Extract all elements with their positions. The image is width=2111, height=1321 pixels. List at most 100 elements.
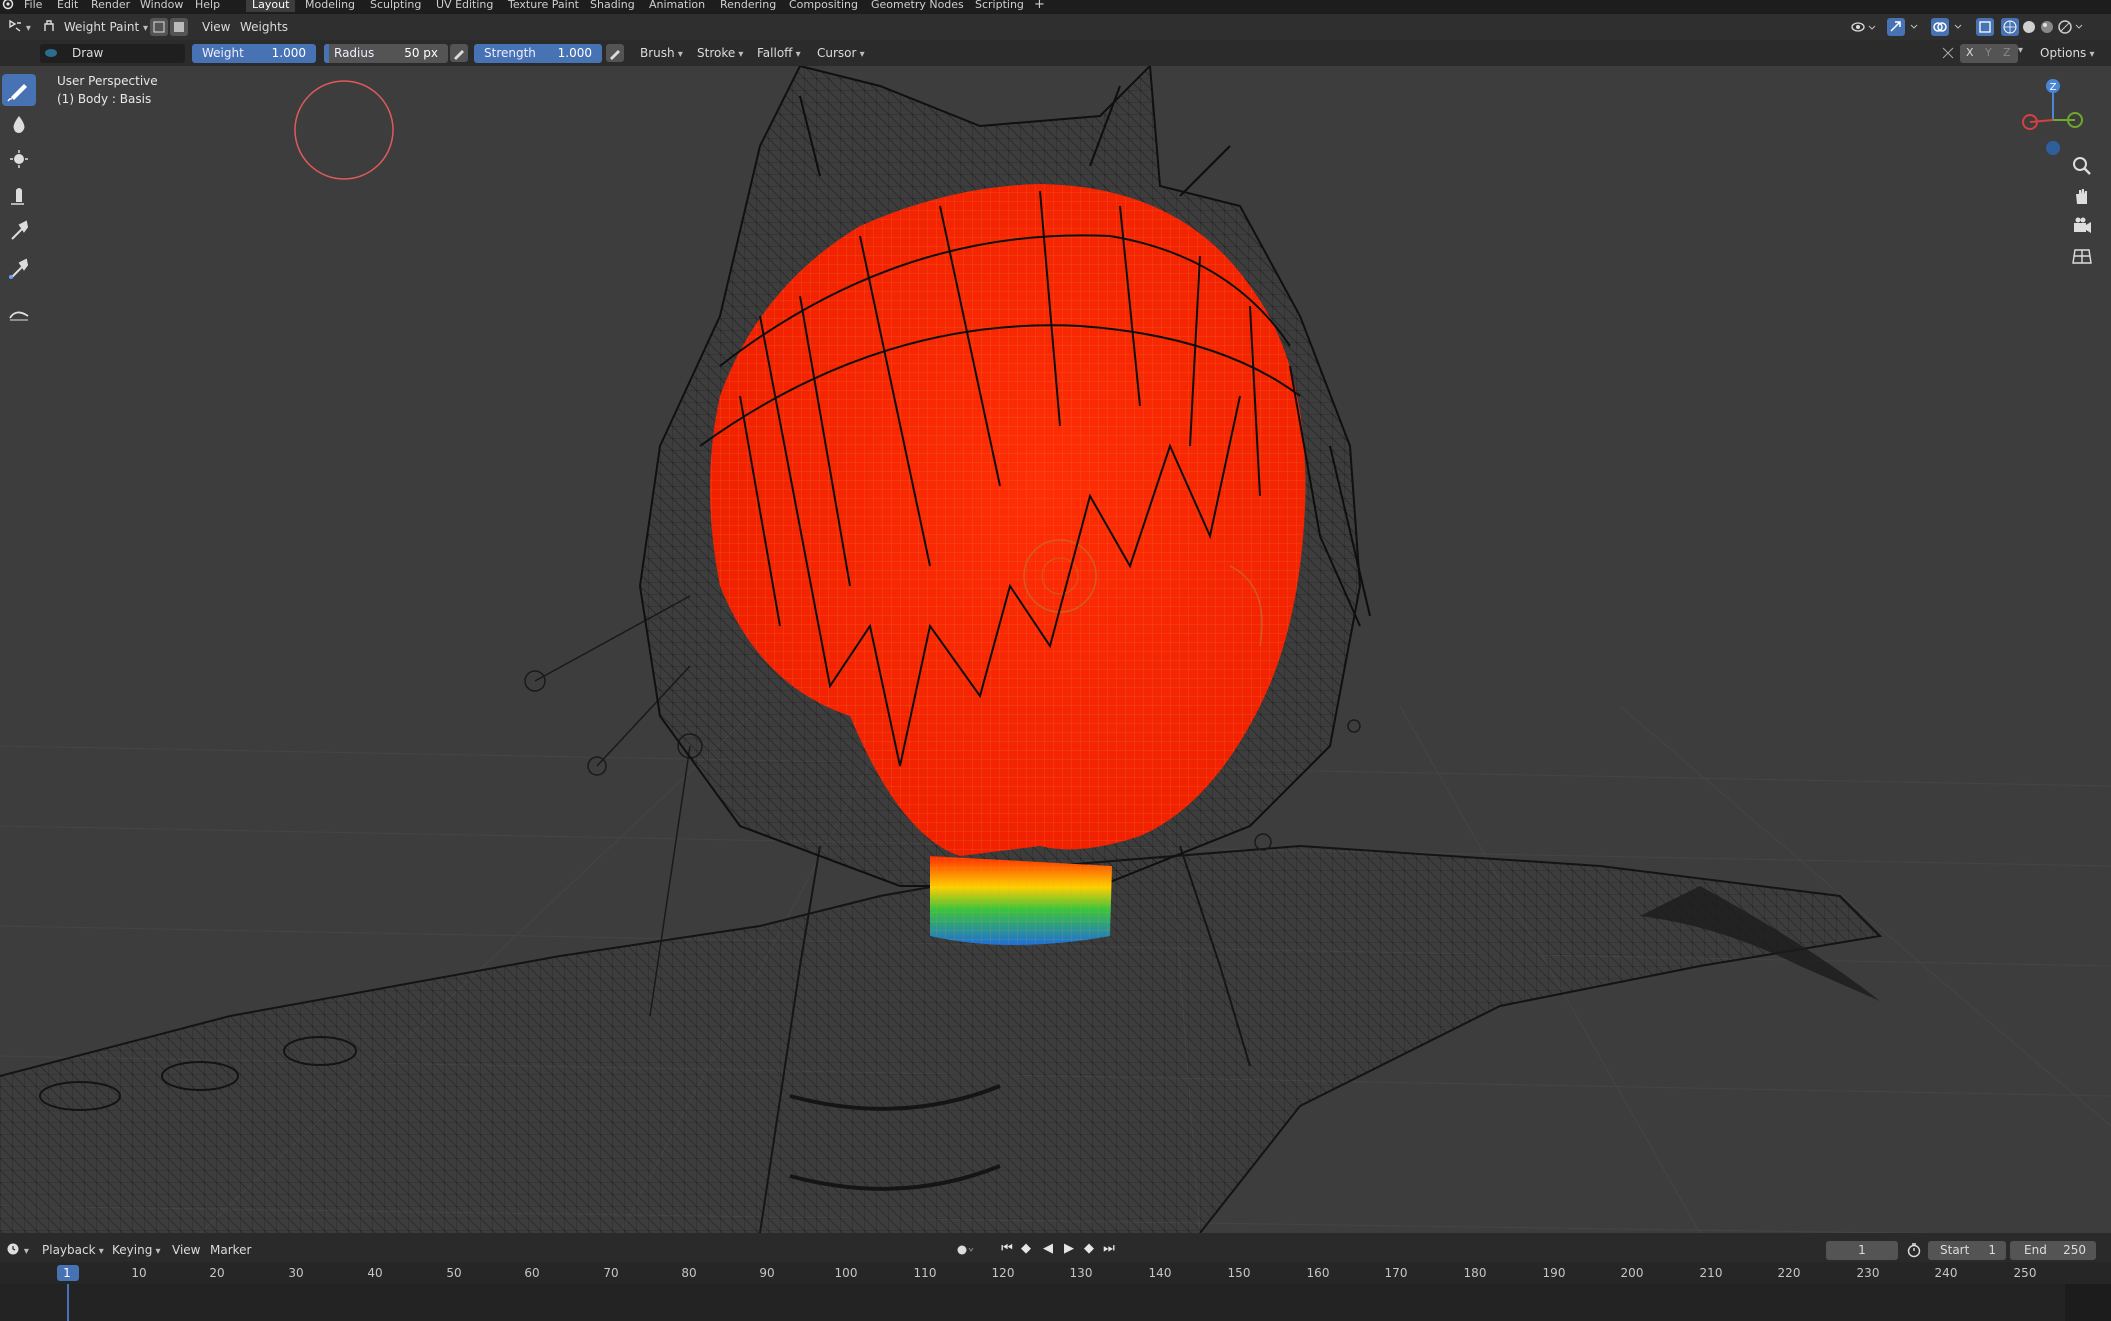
gizmo-neg-z-axis[interactable] [2046,141,2060,155]
viewport-canvas[interactable] [0,66,2111,1233]
viewport-3d[interactable]: User Perspective (1) Body : Basis Z [0,66,2111,1233]
pan-button[interactable] [2070,184,2094,208]
ortho-toggle-button[interactable] [2070,244,2094,268]
tab-compositing[interactable]: Compositing [789,0,858,12]
radius-label: Radius [334,46,375,60]
xray-toggle[interactable] [1975,17,1995,40]
xray-icon [1976,18,1994,36]
start-frame-field[interactable]: Start 1 [1928,1241,2006,1260]
tab-rendering[interactable]: Rendering [720,0,776,12]
timeline-body[interactable] [0,1284,2111,1321]
mirror-z-toggle[interactable]: Z [2003,46,2011,59]
mirror-axis-group: X Y Z [1960,44,2018,63]
tab-layout[interactable]: Layout [246,0,296,12]
shading-material-button[interactable] [2038,18,2056,39]
menu-edit[interactable]: Edit [57,0,78,12]
end-frame-field[interactable]: End 250 [2010,1241,2096,1260]
mirror-chevron-down-icon[interactable]: ▾ [2018,45,2023,56]
shading-wireframe-button[interactable] [2000,17,2020,40]
tool-average[interactable] [2,143,36,175]
weight-slider[interactable]: Weight 1.000 [192,44,316,63]
tool-smear[interactable] [2,178,36,210]
mode-selector[interactable]: Weight Paint [38,17,152,37]
cursor-dropdown[interactable]: Cursor [813,43,869,63]
tab-geometry-nodes[interactable]: Geometry Nodes [871,0,964,12]
radius-slider[interactable]: Radius 50 px [324,44,448,63]
menu-file[interactable]: File [24,0,42,12]
playback-menu[interactable]: Playback [38,1240,108,1260]
camera-view-button[interactable] [2070,214,2094,238]
blender-logo-icon[interactable] [2,0,14,10]
prev-keyframe-button[interactable]: ◆ [1018,1241,1034,1259]
tool-settings-bar: Draw Weight 1.000 Radius 50 px Strength … [0,40,2111,66]
gizmo-toggle[interactable] [1886,17,1922,40]
tool-draw[interactable] [2,74,36,106]
add-workspace-button[interactable]: + [1034,0,1045,12]
eyedropper-group-icon [9,258,29,279]
smear-finger-icon [11,188,24,205]
play-button[interactable]: ▶ [1061,1241,1077,1259]
tab-animation[interactable]: Animation [649,0,705,12]
overlays-toggle[interactable] [1930,17,1966,40]
timeline-editor-type-button[interactable] [2,1240,33,1260]
tab-shading[interactable]: Shading [590,0,635,12]
blur-drop-icon [13,116,25,133]
start-frame-value: 1 [1988,1243,1996,1257]
timeline-ruler[interactable]: 1 10 20 30 40 50 60 70 80 90 100 110 120… [0,1262,2111,1284]
marker-menu[interactable]: Marker [206,1240,255,1260]
use-preview-range-toggle[interactable] [1906,1242,1922,1261]
radius-pressure-toggle[interactable] [450,44,468,62]
ruler-tick: 180 [1463,1266,1487,1280]
tab-modeling[interactable]: Modeling [305,0,355,12]
zoom-button[interactable] [2070,154,2094,178]
menu-help[interactable]: Help [195,0,220,12]
playhead-line[interactable] [67,1284,69,1321]
radius-value: 50 px [404,46,438,60]
ruler-tick: 100 [834,1266,858,1280]
jump-start-button[interactable]: ⏮ [999,1241,1015,1259]
menu-window[interactable]: Window [140,0,183,12]
play-reverse-button[interactable]: ◀ [1040,1241,1056,1259]
tab-scripting[interactable]: Scripting [975,0,1024,12]
navigation-gizmo[interactable]: Z [2010,72,2100,162]
tab-uv-editing[interactable]: UV Editing [436,0,493,12]
tool-gradient[interactable] [2,296,36,328]
rendered-shading-icon [2058,20,2083,34]
hand-icon [2076,189,2087,204]
strength-slider[interactable]: Strength 1.000 [474,44,602,63]
tab-texture-paint[interactable]: Texture Paint [508,0,579,12]
brush-selector[interactable]: Draw [40,44,185,63]
stroke-dropdown[interactable]: Stroke [693,43,747,63]
timeline-view-menu[interactable]: View [168,1240,204,1260]
face-selection-toggle[interactable] [170,18,188,36]
visibility-dropdown[interactable] [1850,18,1876,39]
shading-solid-button[interactable] [2020,18,2038,39]
options-dropdown[interactable]: Options [2036,43,2099,63]
mirror-y-toggle[interactable]: Y [1985,46,1992,59]
pen-pressure-icon [454,50,464,60]
auto-keying-toggle[interactable] [954,1242,974,1261]
tool-sample-weight[interactable] [2,214,36,246]
editor-type-button[interactable] [4,17,35,37]
vertex-selection-toggle[interactable] [150,18,168,36]
menu-render[interactable]: Render [91,0,130,12]
current-frame-field[interactable]: 1 [1826,1241,1898,1260]
material-shading-icon [2041,21,2053,33]
brush-dropdown[interactable]: Brush [636,43,687,63]
play-icon: ▶ [1064,1241,1074,1256]
header-menu-view[interactable]: View [198,17,234,37]
ruler-tick: 160 [1306,1266,1330,1280]
jump-end-button[interactable]: ⏭ [1101,1241,1117,1259]
end-frame-label: End [2024,1243,2047,1257]
strength-pressure-toggle[interactable] [606,44,624,62]
mirror-x-toggle[interactable]: X [1966,46,1974,59]
keying-menu[interactable]: Keying [108,1240,165,1260]
shading-rendered-button[interactable] [2056,18,2084,39]
tool-blur[interactable] [2,108,36,140]
tab-sculpting[interactable]: Sculpting [370,0,421,12]
header-menu-weights[interactable]: Weights [236,17,292,37]
tool-sample-vertex-group[interactable] [2,252,36,284]
falloff-dropdown[interactable]: Falloff [753,43,805,63]
brush-cursor [294,80,394,180]
next-keyframe-button[interactable]: ◆ [1081,1241,1097,1259]
